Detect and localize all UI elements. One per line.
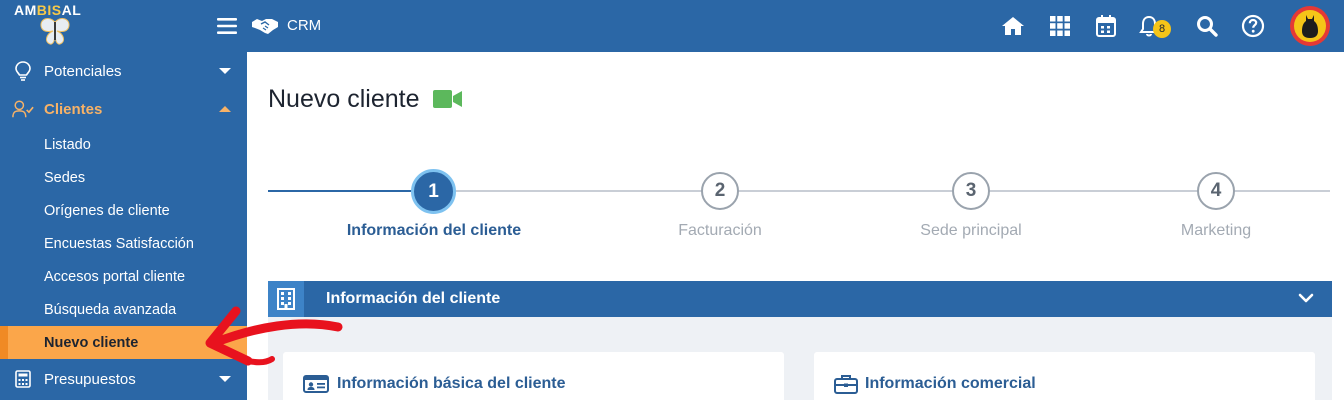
step-1-circle[interactable]: 1	[411, 169, 456, 214]
help-icon[interactable]	[1239, 12, 1267, 40]
main-content: Nuevo cliente 1 2 3 4 Información del cl…	[247, 52, 1344, 400]
id-card-icon	[303, 375, 329, 393]
menu-icon[interactable]	[213, 12, 241, 40]
sidebar-subitem-sedes[interactable]: Sedes	[0, 161, 247, 194]
card-title: Información básica del cliente	[337, 375, 566, 392]
handshake-icon	[251, 12, 279, 40]
avatar-image	[1294, 10, 1326, 42]
chevron-down-icon	[219, 376, 231, 382]
step-4-label[interactable]: Marketing	[1106, 222, 1326, 240]
topbar: CRM 8	[217, 0, 1344, 52]
annotation-arrow-icon	[205, 306, 343, 366]
calculator-icon	[12, 368, 34, 390]
lightbulb-icon	[12, 60, 34, 82]
sidebar-item-label: Presupuestos	[44, 370, 136, 388]
card-commercial-info: Información comercial	[814, 352, 1315, 400]
card-basic-info: Información básica del cliente	[283, 352, 784, 400]
sidebar-item-label: Potenciales	[44, 62, 122, 80]
calendar-icon[interactable]	[1092, 12, 1120, 40]
page-title: Nuevo cliente	[268, 85, 420, 113]
section-header[interactable]: Información del cliente	[268, 281, 1332, 317]
step-1-label[interactable]: Información del cliente	[324, 222, 544, 240]
section-panel: Información del cliente Información bási…	[268, 281, 1332, 400]
chevron-down-icon	[219, 68, 231, 74]
sidebar-subitem-encuestas[interactable]: Encuestas Satisfacción	[0, 227, 247, 260]
step-2-label[interactable]: Facturación	[610, 222, 830, 240]
bell-icon[interactable]: 8	[1135, 12, 1171, 40]
logo[interactable]: AMBISAL	[14, 2, 94, 50]
briefcase-icon	[834, 375, 858, 394]
grid-icon[interactable]	[1046, 12, 1074, 40]
user-check-icon	[12, 98, 34, 120]
step-3-circle[interactable]: 3	[952, 172, 990, 210]
step-3-label[interactable]: Sede principal	[861, 222, 1081, 240]
video-camera-icon[interactable]	[433, 89, 463, 109]
step-2-circle[interactable]: 2	[701, 172, 739, 210]
sidebar-item-clientes[interactable]: Clientes	[0, 96, 247, 122]
sidebar-item-label: Clientes	[44, 100, 103, 118]
search-icon[interactable]	[1193, 12, 1221, 40]
sidebar-subitem-origenes[interactable]: Orígenes de cliente	[0, 194, 247, 227]
chevron-up-icon	[219, 106, 231, 112]
stepper-progress-line	[268, 190, 433, 192]
notification-badge: 8	[1153, 20, 1171, 38]
avatar[interactable]	[1290, 6, 1330, 46]
chevron-down-icon[interactable]	[1298, 291, 1314, 305]
sidebar-item-potenciales[interactable]: Potenciales	[0, 58, 247, 84]
module-label[interactable]: CRM	[287, 17, 321, 34]
sidebar-subitem-listado[interactable]: Listado	[0, 128, 247, 161]
butterfly-logo-icon	[40, 18, 70, 45]
section-title: Información del cliente	[326, 290, 501, 307]
home-icon[interactable]	[999, 12, 1027, 40]
sidebar-subitem-accesos-portal[interactable]: Accesos portal cliente	[0, 260, 247, 293]
step-4-circle[interactable]: 4	[1197, 172, 1235, 210]
card-title: Información comercial	[865, 375, 1036, 392]
